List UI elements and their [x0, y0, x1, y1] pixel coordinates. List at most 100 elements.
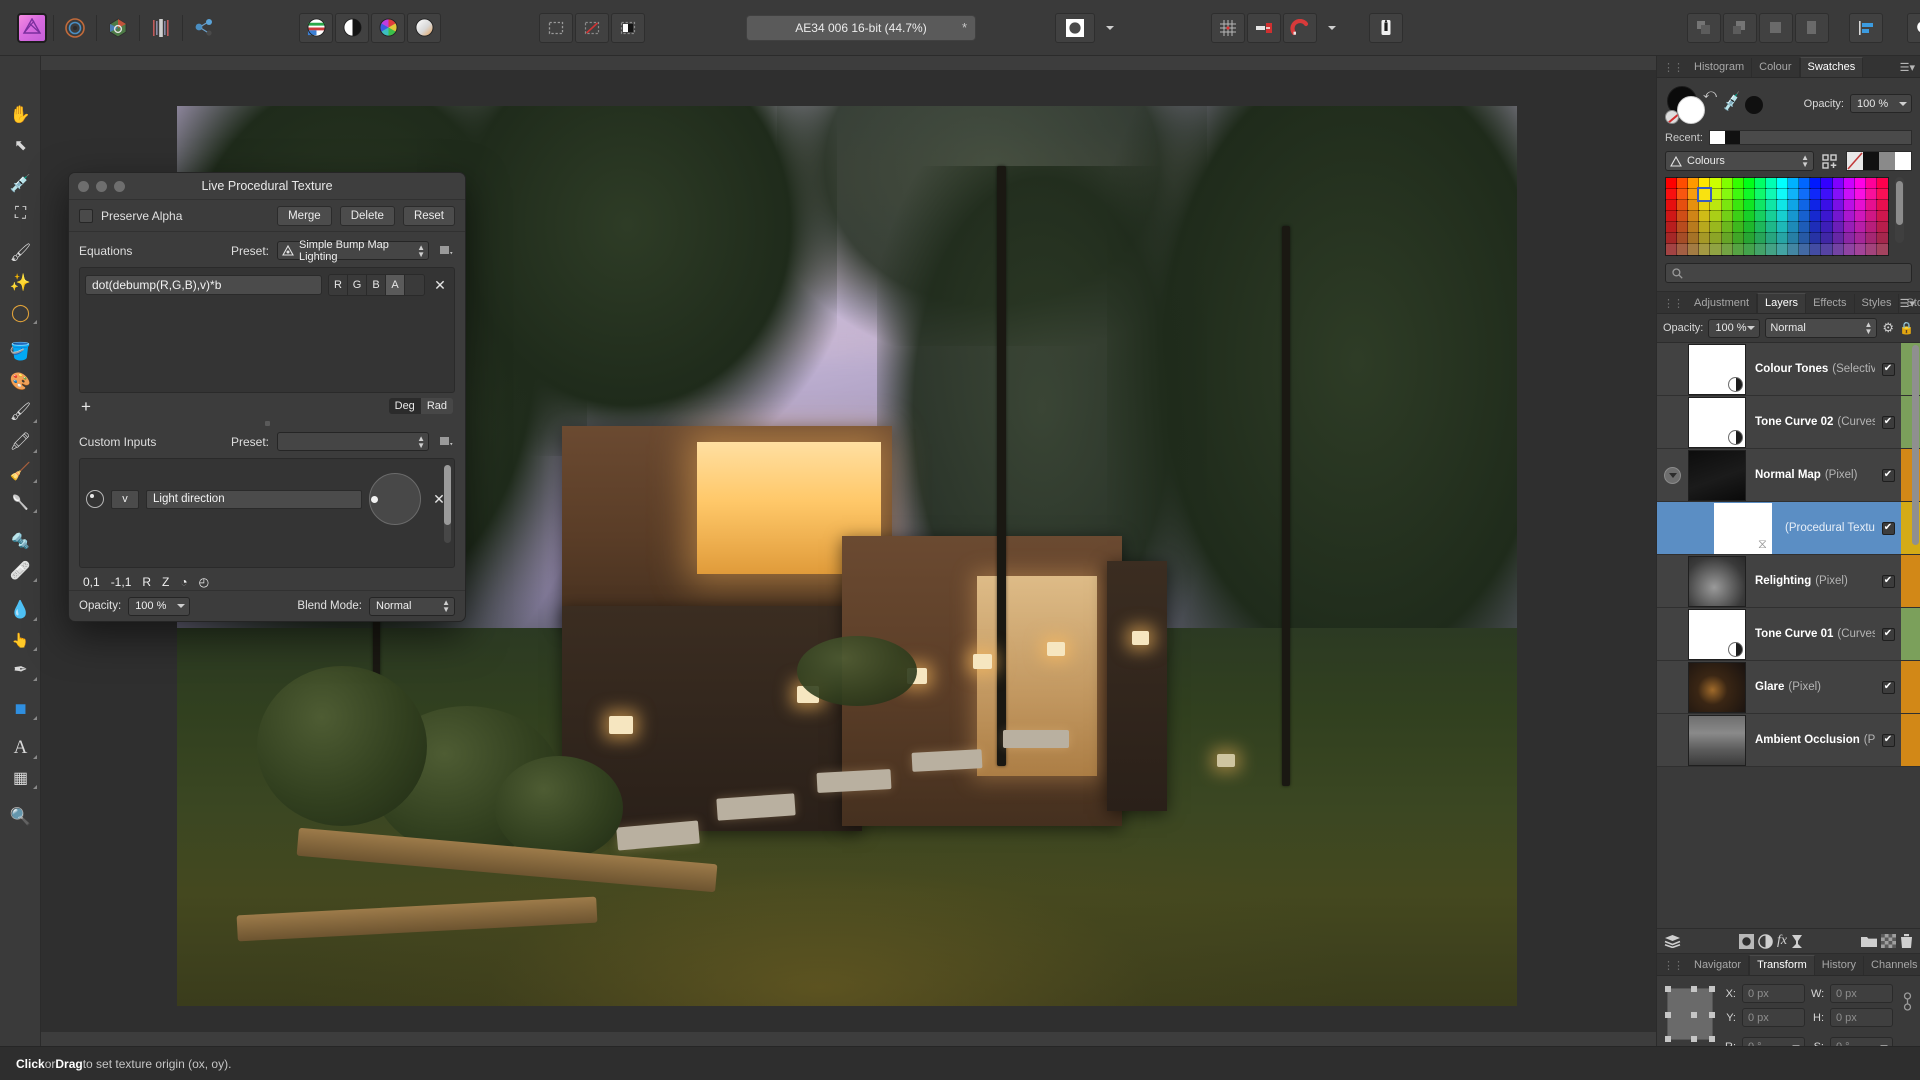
custom-inputs-preset-select[interactable]: ▲ ▼ — [277, 432, 429, 451]
recent-swatch[interactable] — [1724, 131, 1740, 144]
layer-thumbnail[interactable] — [1688, 449, 1746, 501]
layers-stack-icon[interactable] — [1664, 934, 1681, 948]
swatch-cell[interactable] — [1864, 243, 1878, 256]
swatch-cell[interactable] — [1864, 199, 1878, 212]
swatch-cell[interactable] — [1787, 199, 1801, 212]
liquify-persona-button[interactable] — [58, 13, 92, 43]
swap-colours-icon[interactable]: ⤺ — [1703, 86, 1717, 102]
move-tool[interactable]: ⬉ — [0, 130, 41, 160]
swatch-cell[interactable] — [1698, 221, 1712, 234]
eyedropper-icon[interactable]: 💉 — [1720, 90, 1744, 113]
swatch-cell[interactable] — [1720, 199, 1734, 212]
magnet-snap-button[interactable] — [1283, 12, 1317, 43]
smudge-brush-tool[interactable]: 👆 — [0, 625, 41, 655]
colour-replacement-tool[interactable]: 🖍 — [0, 427, 41, 457]
blur-brush-tool[interactable]: 💧 — [0, 595, 41, 625]
swatch-cell[interactable] — [1853, 221, 1867, 234]
layer-thumbnail[interactable] — [1688, 343, 1746, 395]
develop-persona-button[interactable] — [101, 13, 135, 43]
swatch-cell[interactable] — [1709, 177, 1723, 190]
swatch-cell[interactable] — [1842, 243, 1856, 256]
swatch-cell[interactable] — [1820, 221, 1834, 234]
tab-histogram[interactable]: Histogram — [1687, 58, 1753, 77]
swatch-cell[interactable] — [1842, 177, 1856, 190]
preserve-alpha-checkbox[interactable] — [79, 208, 93, 223]
layers-blend-mode-select[interactable]: Normal ▲ ▼ — [1765, 318, 1878, 338]
layer-visibility-area[interactable]: ✔ — [1875, 555, 1901, 607]
swatch-cell[interactable] — [1798, 177, 1812, 190]
swatch-cell[interactable] — [1720, 243, 1734, 256]
layer-thumbnail[interactable] — [1688, 714, 1746, 766]
origin-circle-icon[interactable]: ◴ — [199, 575, 209, 589]
delete-layer-button[interactable] — [1900, 933, 1913, 949]
stepper-icon[interactable]: ▲ ▼ — [417, 243, 425, 258]
layer-expand-area[interactable] — [1657, 449, 1688, 501]
view-tool[interactable]: ✋ — [0, 100, 41, 130]
swatch-cell[interactable] — [1831, 210, 1845, 223]
move-to-back-button[interactable] — [1795, 12, 1829, 43]
dialog-resize-handle[interactable] — [264, 421, 270, 426]
layer-row[interactable]: Tone Curve 02(Curves A ✔ — [1657, 396, 1920, 449]
swatch-cell[interactable] — [1853, 177, 1867, 190]
swatch-cell[interactable] — [1831, 221, 1845, 234]
stepper-icon[interactable]: ▲ ▼ — [417, 434, 425, 449]
swatch-cell[interactable] — [1664, 232, 1679, 245]
swatch-cell[interactable] — [1742, 188, 1756, 201]
swatch-cell[interactable] — [1842, 221, 1856, 234]
live-filter-layer-button[interactable]: fx — [1777, 933, 1787, 949]
origin-r-button[interactable]: R — [142, 575, 151, 589]
swatch-cell[interactable] — [1764, 232, 1779, 245]
swatch-cell[interactable] — [1875, 232, 1890, 245]
swatch-cell[interactable] — [1697, 187, 1713, 202]
swatch-cell[interactable] — [1864, 232, 1878, 245]
swatch-cell[interactable] — [1709, 243, 1723, 256]
swatch-cell[interactable] — [1798, 199, 1812, 212]
panel-grip-icon[interactable]: ⋮⋮ — [1661, 959, 1687, 975]
select-all-button[interactable] — [539, 12, 573, 43]
swatch-cell[interactable] — [1775, 210, 1790, 223]
origin-pie-icon[interactable]: ◔ — [180, 575, 187, 589]
layer-thumbnail[interactable] — [1688, 661, 1746, 713]
tab-layers[interactable]: Layers — [1757, 293, 1807, 313]
move-backward-button[interactable] — [1759, 12, 1793, 43]
layer-visibility-checkbox[interactable]: ✔ — [1881, 680, 1895, 694]
rectangle-tool[interactable]: ■ — [0, 694, 41, 724]
snapping-dropdown[interactable] — [1319, 13, 1339, 43]
snap-to-object-button[interactable] — [1247, 12, 1281, 43]
layers-opacity-field[interactable]: 100 % — [1708, 318, 1761, 338]
swatch-cell[interactable] — [1753, 199, 1767, 212]
window-controls[interactable] — [78, 180, 125, 192]
swatch-cell[interactable] — [1698, 177, 1712, 190]
panel-grip-icon[interactable]: ⋮⋮ — [1661, 61, 1687, 77]
layer-thumbnail[interactable]: ⧖ — [1714, 502, 1772, 554]
swatch-cell[interactable] — [1731, 199, 1745, 212]
swatch-cell[interactable] — [1742, 177, 1756, 190]
tab-effects[interactable]: Effects — [1806, 294, 1855, 313]
flood-select-tool[interactable]: ✨ — [0, 268, 41, 298]
swatch-cell[interactable] — [1742, 210, 1756, 223]
delete-button[interactable]: Delete — [339, 205, 395, 226]
stepper-icon[interactable]: ▲ ▼ — [1864, 321, 1872, 336]
swatch-cell[interactable] — [1787, 177, 1801, 190]
deselect-button[interactable] — [575, 12, 609, 43]
swatch-cell[interactable] — [1664, 199, 1679, 212]
swatch-cell[interactable] — [1731, 210, 1745, 223]
tab-history[interactable]: History — [1815, 956, 1865, 975]
tab-navigator[interactable]: Navigator — [1687, 956, 1750, 975]
colour-picker-tool[interactable]: 💉 — [0, 169, 41, 199]
layer-visibility-area[interactable]: ✔ — [1875, 661, 1901, 713]
swatch-search-row[interactable] — [1665, 263, 1912, 283]
move-to-front-button[interactable] — [1687, 12, 1721, 43]
swatch-cell[interactable] — [1875, 243, 1890, 256]
swatch-cell[interactable] — [1875, 210, 1890, 223]
swatch-cell[interactable] — [1853, 188, 1867, 201]
swatch-cell[interactable] — [1687, 188, 1701, 201]
swatch-cell[interactable] — [1809, 199, 1823, 212]
swatch-cell[interactable] — [1764, 210, 1779, 223]
mesh-warp-tool[interactable]: ▦ — [0, 763, 41, 793]
swatch-cell[interactable] — [1831, 243, 1845, 256]
swatch-cell[interactable] — [1676, 243, 1690, 256]
swatch-cell[interactable] — [1687, 177, 1701, 190]
custom-inputs-preset-menu-button[interactable] — [437, 432, 455, 451]
swatch-cell[interactable] — [1775, 177, 1790, 190]
